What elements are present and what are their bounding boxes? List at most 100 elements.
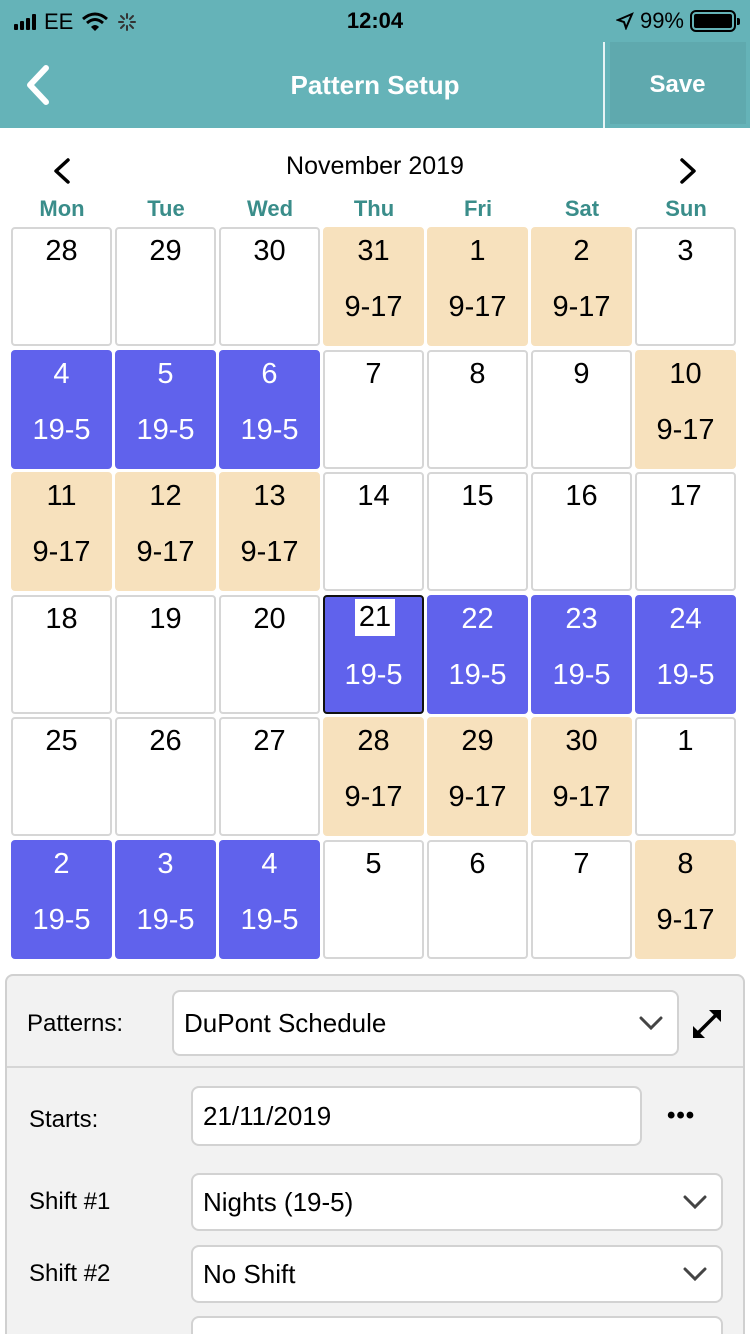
calendar-day-cell[interactable]: 22 19-5 bbox=[427, 594, 528, 714]
day-number: 25 bbox=[45, 725, 78, 758]
calendar-day-cell[interactable]: 16 bbox=[531, 472, 632, 592]
calendar-day-cell[interactable]: 26 bbox=[115, 717, 216, 837]
calendar-day-cell[interactable]: 17 bbox=[635, 472, 736, 592]
shift-label: 9-17 bbox=[448, 291, 507, 323]
calendar-day-cell[interactable]: 5 bbox=[323, 840, 424, 959]
shift3-select[interactable] bbox=[191, 1316, 723, 1334]
shift-label: 9-17 bbox=[448, 781, 507, 814]
shift-label: 19-5 bbox=[552, 658, 611, 691]
calendar-day-cell[interactable]: 3 bbox=[635, 227, 736, 346]
calendar-day-cell[interactable]: 12 9-17 bbox=[115, 472, 216, 592]
more-options-icon[interactable]: ••• bbox=[667, 1102, 695, 1130]
calendar-day-cell[interactable]: 8 bbox=[427, 349, 528, 469]
day-number: 27 bbox=[253, 725, 286, 758]
weekday-label: Mon bbox=[39, 196, 85, 221]
day-number: 2 bbox=[53, 848, 70, 880]
day-number: 7 bbox=[573, 848, 590, 880]
day-number: 15 bbox=[461, 480, 494, 513]
day-number: 29 bbox=[461, 725, 494, 758]
calendar-day-cell[interactable]: 28 9-17 bbox=[323, 717, 424, 837]
month-label: November 2019 bbox=[286, 152, 464, 180]
day-number: 3 bbox=[677, 235, 694, 267]
calendar-day-cell[interactable]: 21 19-5 bbox=[323, 594, 424, 714]
shift1-value: Nights (19-5) bbox=[203, 1186, 354, 1217]
calendar-day-cell[interactable]: 1 bbox=[635, 717, 736, 837]
weekday-label: Wed bbox=[246, 196, 294, 221]
shift-label: 19-5 bbox=[448, 658, 507, 691]
shift1-select[interactable]: Nights (19-5) bbox=[191, 1173, 723, 1231]
battery-icon bbox=[690, 10, 740, 32]
shift-label: 19-5 bbox=[240, 904, 299, 936]
shift1-label: Shift #1 bbox=[29, 1188, 111, 1215]
patterns-row: Patterns: DuPont Schedule bbox=[7, 976, 743, 1068]
day-number: 30 bbox=[565, 725, 598, 758]
calendar-day-cell[interactable]: 25 bbox=[11, 717, 112, 837]
weekday-label: Tue bbox=[147, 196, 185, 221]
calendar-day-cell[interactable]: 8 9-17 bbox=[635, 840, 736, 959]
shift-label: 9-17 bbox=[656, 413, 715, 446]
calendar-day-cell[interactable]: 18 bbox=[11, 594, 112, 714]
next-month-icon[interactable] bbox=[672, 156, 702, 186]
calendar-day-cell[interactable]: 4 19-5 bbox=[11, 349, 112, 469]
calendar-day-cell[interactable]: 6 19-5 bbox=[219, 349, 320, 469]
starts-date-field[interactable]: 21/11/2019 bbox=[191, 1086, 642, 1146]
calendar-day-cell[interactable]: 5 19-5 bbox=[115, 349, 216, 469]
day-number: 6 bbox=[469, 848, 486, 880]
shift-label: 19-5 bbox=[240, 413, 299, 446]
day-number: 18 bbox=[45, 602, 78, 635]
pattern-panel: Patterns: DuPont Schedule Starts: 21/11/… bbox=[5, 974, 745, 1334]
save-button[interactable]: Save bbox=[605, 71, 750, 99]
day-number: 9 bbox=[573, 357, 590, 390]
calendar-day-cell[interactable]: 20 bbox=[219, 594, 320, 714]
location-icon bbox=[615, 12, 634, 30]
day-number: 20 bbox=[253, 602, 286, 635]
calendar-day-cell[interactable]: 24 19-5 bbox=[635, 594, 736, 714]
day-number: 6 bbox=[261, 357, 278, 390]
calendar-day-cell[interactable]: 15 bbox=[427, 472, 528, 592]
calendar-day-cell[interactable]: 11 9-17 bbox=[11, 472, 112, 592]
calendar-day-cell[interactable]: 10 9-17 bbox=[635, 349, 736, 469]
calendar-day-cell[interactable]: 30 bbox=[219, 227, 320, 346]
day-number: 24 bbox=[669, 602, 702, 635]
calendar-day-cell[interactable]: 7 bbox=[531, 840, 632, 959]
calendar-day-cell[interactable]: 29 bbox=[115, 227, 216, 346]
shift2-select[interactable]: No Shift bbox=[191, 1245, 723, 1303]
day-number: 8 bbox=[677, 848, 694, 880]
status-bar: EE 12:04 99% bbox=[0, 0, 750, 42]
day-number: 30 bbox=[253, 235, 286, 267]
day-number: 1 bbox=[677, 725, 694, 758]
calendar-day-cell[interactable]: 23 19-5 bbox=[531, 594, 632, 714]
calendar-day-cell[interactable]: 31 9-17 bbox=[323, 227, 424, 346]
calendar-day-cell[interactable]: 13 9-17 bbox=[219, 472, 320, 592]
status-right: 99% bbox=[615, 8, 740, 34]
weekday-label: Sat bbox=[564, 196, 600, 221]
chevron-down-icon bbox=[683, 1195, 707, 1209]
shift-label: 9-17 bbox=[344, 781, 403, 814]
starts-label: Starts: bbox=[29, 1106, 99, 1133]
chevron-down-icon bbox=[639, 1016, 663, 1030]
shift-label: 9-17 bbox=[552, 291, 611, 323]
day-number: 31 bbox=[357, 235, 390, 267]
day-number: 5 bbox=[157, 357, 174, 390]
shift-label: 9-17 bbox=[656, 904, 715, 936]
patterns-select[interactable]: DuPont Schedule bbox=[172, 990, 679, 1056]
calendar-day-cell[interactable]: 2 19-5 bbox=[11, 840, 112, 959]
expand-icon[interactable] bbox=[689, 1006, 725, 1042]
shift-label: 19-5 bbox=[344, 658, 403, 691]
calendar-day-cell[interactable]: 28 bbox=[11, 227, 112, 346]
calendar-day-cell[interactable]: 9 bbox=[531, 349, 632, 469]
calendar-day-cell[interactable]: 30 9-17 bbox=[531, 717, 632, 837]
calendar-day-cell[interactable]: 7 bbox=[323, 349, 424, 469]
day-number: 19 bbox=[149, 602, 182, 635]
calendar-day-cell[interactable]: 1 9-17 bbox=[427, 227, 528, 346]
calendar-day-cell[interactable]: 4 19-5 bbox=[219, 840, 320, 959]
calendar-day-cell[interactable]: 14 bbox=[323, 472, 424, 592]
calendar-day-cell[interactable]: 6 bbox=[427, 840, 528, 959]
calendar-day-cell[interactable]: 3 19-5 bbox=[115, 840, 216, 959]
calendar-day-cell[interactable]: 2 9-17 bbox=[531, 227, 632, 346]
weekday-label: Thu bbox=[353, 196, 395, 221]
calendar-day-cell[interactable]: 29 9-17 bbox=[427, 717, 528, 837]
calendar-day-cell[interactable]: 19 bbox=[115, 594, 216, 714]
calendar-day-cell[interactable]: 27 bbox=[219, 717, 320, 837]
navigation-bar: Pattern Setup Save bbox=[0, 42, 750, 128]
